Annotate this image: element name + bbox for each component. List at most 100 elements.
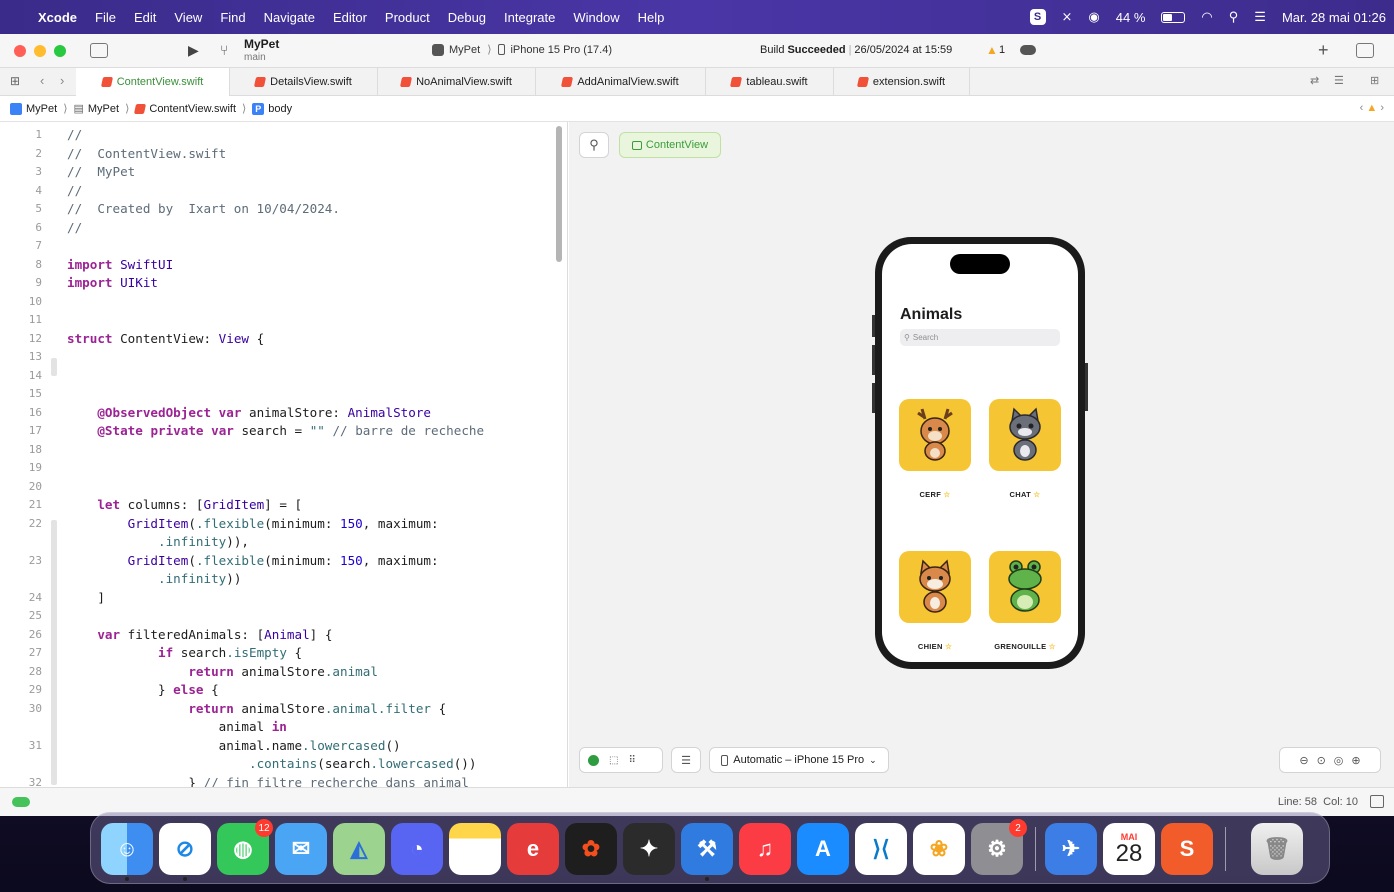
split-editor-icon[interactable]: ⊞ (1370, 74, 1379, 87)
menu-file[interactable]: File (95, 10, 116, 25)
zoom-fit-icon[interactable]: ◎ (1334, 754, 1344, 767)
user-icon[interactable]: ◉ (1088, 9, 1099, 25)
messages-icon[interactable]: ◍ 12 (217, 819, 273, 875)
control-center-icon[interactable]: ☰ (1254, 9, 1266, 25)
spotlight-search-icon[interactable]: ⚲ (1229, 9, 1239, 25)
star-icon[interactable]: ☆ (945, 642, 952, 651)
maps-icon[interactable]: ◭ (333, 823, 385, 875)
system-settings-icon[interactable]: ⚙ 2 (971, 819, 1027, 875)
swap-icon[interactable]: ⇄ (1310, 74, 1319, 87)
menu-edit[interactable]: Edit (134, 10, 156, 25)
breadcrumb-file[interactable]: ContentView.swift (149, 103, 236, 115)
battery-percent[interactable]: 44 % (1116, 10, 1146, 25)
variants-icon[interactable]: ⠿ (628, 755, 635, 766)
menu-find[interactable]: Find (220, 10, 245, 25)
menu-help[interactable]: Help (638, 10, 665, 25)
forward-chevron-icon[interactable]: › (60, 73, 64, 88)
tab-noanimalview[interactable]: NoAnimalView.swift (378, 68, 536, 96)
app-store-icon[interactable]: A (797, 823, 849, 875)
live-preview-icon[interactable] (588, 754, 599, 766)
source-editor[interactable]: 1 // 2 // ContentView.swift 3 // MyPet 4 // 5 // … (0, 122, 568, 787)
device-settings-button[interactable]: ☰ (671, 747, 701, 773)
scrivener-icon[interactable]: S (1029, 9, 1046, 25)
debug-area-toggle[interactable] (12, 797, 30, 807)
zoom-100-icon[interactable]: ⊙ (1317, 754, 1326, 767)
tab-addanimalview[interactable]: AddAnimalView.swift (536, 68, 706, 96)
device-selector[interactable]: Automatic – iPhone 15 Pro ⌄ (709, 747, 889, 773)
pin-preview-button[interactable]: ⚲ (579, 132, 609, 158)
menu-window[interactable]: Window (573, 10, 619, 25)
phone-screen: Animals ⚲ Search CERF ☆ CHAT ☆ CHIEN ☆ G… (882, 244, 1078, 662)
tab-extension[interactable]: extension.swift (834, 68, 970, 96)
animal-card-chien[interactable] (899, 551, 971, 623)
animal-card-cerf[interactable] (899, 399, 971, 471)
menu-view[interactable]: View (174, 10, 202, 25)
battery-icon[interactable] (1161, 11, 1186, 23)
notes-icon[interactable] (449, 823, 501, 875)
breadcrumb-symbol[interactable]: body (268, 103, 292, 115)
warning-count[interactable]: 1 (999, 44, 1005, 56)
clock-datetime[interactable]: Mar. 28 mai 01:26 (1282, 10, 1386, 25)
xcode-dock-icon[interactable]: ⚒ (681, 823, 733, 875)
close-window-button[interactable] (14, 45, 26, 57)
wifi-icon[interactable]: ◠ (1201, 9, 1212, 25)
scrivener-dock-icon[interactable]: S (1161, 823, 1213, 875)
figma-icon[interactable]: ✿ (565, 823, 617, 875)
zoom-out-icon[interactable]: ⊖ (1299, 754, 1308, 767)
sidebar-toggle-icon[interactable] (90, 43, 108, 58)
device-name: iPhone 15 Pro (17.4) (510, 43, 612, 56)
tab-tableau[interactable]: tableau.swift (706, 68, 834, 96)
simulator-icon[interactable]: ✈ (1045, 823, 1097, 875)
code-text: animal.name.lowercased() (67, 737, 401, 753)
mail-icon[interactable]: ✉ (275, 823, 327, 875)
swift-file-icon (100, 77, 113, 87)
code-text: .contains(search.lowercased()) (248, 756, 477, 771)
minimize-window-button[interactable] (34, 45, 46, 57)
bitwarden-icon[interactable]: e (507, 823, 559, 875)
star-icon[interactable]: ☆ (1033, 490, 1040, 499)
zoom-in-icon[interactable]: ⊕ (1351, 754, 1360, 767)
breadcrumb-folder[interactable]: MyPet (88, 103, 119, 115)
menu-debug[interactable]: Debug (448, 10, 486, 25)
selectable-mode-icon[interactable]: ⬚ (609, 755, 618, 766)
preview-tab-contentview[interactable]: ContentView (619, 132, 721, 158)
finder-icon[interactable]: ☺ (101, 823, 153, 875)
editor-scrollbar[interactable] (556, 126, 562, 262)
animal-card-chat[interactable] (989, 399, 1061, 471)
issue-navigation[interactable]: ‹ ▲ › (1360, 102, 1384, 114)
music-icon[interactable]: ♫ (739, 823, 791, 875)
run-button[interactable]: ▶ (188, 42, 199, 59)
menu-integrate[interactable]: Integrate (504, 10, 555, 25)
warning-icon[interactable]: ▲ (986, 43, 998, 57)
tab-detailsview[interactable]: DetailsView.swift (230, 68, 378, 96)
search-input[interactable]: ⚲ Search (900, 329, 1060, 346)
trash-icon[interactable]: 🗑 (1251, 823, 1303, 875)
debug-panel-icon[interactable] (1370, 795, 1384, 808)
star-icon[interactable]: ☆ (1049, 642, 1056, 651)
bluetooth-off-icon[interactable]: ⨯ (1062, 9, 1073, 25)
star-icon[interactable]: ☆ (943, 490, 950, 499)
app-icon-dark[interactable]: ✦ (623, 823, 675, 875)
add-library-button[interactable]: + (1318, 40, 1329, 61)
build-status[interactable]: Build Succeeded | 26/05/2024 at 15:59 (760, 44, 952, 56)
breadcrumb-project[interactable]: MyPet (26, 103, 57, 115)
scheme-name[interactable]: MyPet (244, 37, 279, 51)
menu-navigate[interactable]: Navigate (264, 10, 315, 25)
photos-icon[interactable]: ❀ (913, 823, 965, 875)
menu-product[interactable]: Product (385, 10, 430, 25)
tab-contentview[interactable]: ContentView.swift (76, 68, 230, 96)
calendar-icon[interactable]: MAI 28 (1103, 823, 1155, 875)
safari-icon[interactable]: ⊘ (159, 823, 211, 875)
grid-view-icon[interactable]: ⊞ (10, 74, 20, 88)
menu-app-name[interactable]: Xcode (38, 10, 77, 25)
run-destination[interactable]: MyPet ⟩ iPhone 15 Pro (17.4) (432, 43, 612, 56)
zoom-window-button[interactable] (54, 45, 66, 57)
inspector-toggle-icon[interactable] (1356, 43, 1374, 58)
line-number: 3 (35, 165, 42, 178)
back-chevron-icon[interactable]: ‹ (40, 73, 44, 88)
animal-card-grenouille[interactable] (989, 551, 1061, 623)
menu-editor[interactable]: Editor (333, 10, 367, 25)
discord-icon[interactable]: ◔ (391, 823, 443, 875)
editor-options-icon[interactable]: ☰ (1334, 74, 1344, 87)
vscode-icon[interactable]: ⟩⟨ (855, 823, 907, 875)
